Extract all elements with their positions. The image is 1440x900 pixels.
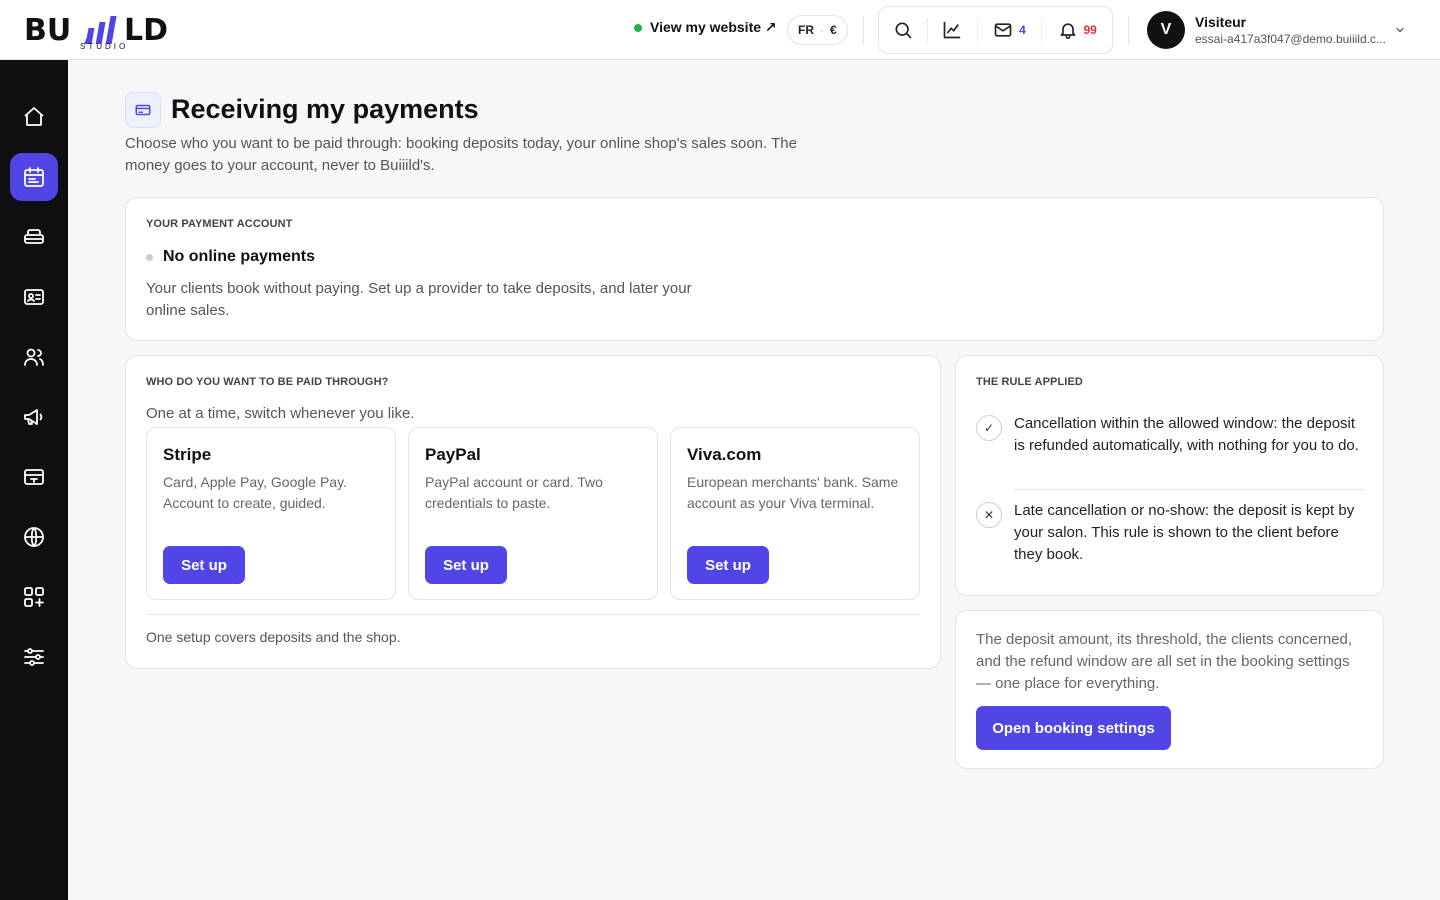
providers-footer: One setup covers deposits and the shop.: [146, 629, 401, 645]
sidebar-item-home[interactable]: [10, 93, 58, 141]
provider-description: European merchants' bank. Same account a…: [687, 474, 899, 511]
sidebar: [0, 60, 68, 900]
search-icon: [895, 22, 912, 39]
payment-account-card: YOUR PAYMENT ACCOUNT No online payments …: [125, 197, 1384, 341]
header-divider: [863, 16, 864, 44]
provider-description: Card, Apple Pay, Google Pay. Account to …: [163, 474, 347, 511]
svg-text:LD: LD: [124, 13, 168, 48]
view-website-label: View my website ↗: [650, 19, 777, 35]
providers-eyebrow: WHO DO YOU WANT TO BE PAID THROUGH?: [146, 376, 389, 388]
bell-icon: [1060, 23, 1075, 40]
credit-card-icon: [135, 104, 151, 116]
locale-separator: ·: [820, 23, 824, 37]
user-name: Visiteur: [1195, 14, 1247, 30]
status-dot: [146, 253, 153, 261]
setup-stripe-button[interactable]: Set up: [163, 546, 245, 584]
svg-text:BU: BU: [24, 13, 71, 48]
provider-card-viva: Viva.com European merchants' bank. Same …: [670, 427, 920, 600]
provider-name: PayPal: [425, 445, 481, 464]
id-card-icon: [24, 289, 44, 305]
user-menu[interactable]: V Visiteur essai-a417a3f047@demo.buiiild…: [1147, 11, 1386, 49]
messages-button[interactable]: 4: [978, 7, 1042, 53]
provider-card-stripe: Stripe Card, Apple Pay, Google Pay. Acco…: [146, 427, 396, 600]
provider-card-paypal: PayPal PayPal account or card. Two crede…: [408, 427, 658, 600]
header-toolbox: 4 99: [878, 6, 1113, 54]
apps-grid-icon: [24, 587, 44, 607]
sidebar-item-marketing[interactable]: [10, 393, 58, 441]
payment-terminal-icon: [24, 469, 44, 485]
rule-item-kept: ✕ Late cancellation or no-show: the depo…: [976, 500, 1366, 566]
notifications-count: 99: [1083, 23, 1097, 37]
analytics-button[interactable]: [928, 7, 977, 53]
payments-page-icon: [125, 92, 161, 128]
rule-text: Late cancellation or no-show: the deposi…: [1014, 502, 1355, 563]
sidebar-item-settings[interactable]: [10, 633, 58, 681]
online-status-dot: [634, 23, 642, 32]
services-icon: [24, 229, 44, 244]
sliders-icon: [24, 648, 44, 666]
payment-account-description: Your clients book without paying. Set up…: [146, 280, 692, 319]
search-button[interactable]: [879, 7, 927, 53]
booking-settings-description: The deposit amount, its threshold, the c…: [976, 631, 1353, 692]
view-website-link[interactable]: View my website ↗: [634, 19, 777, 36]
users-icon: [24, 348, 44, 366]
close-icon: ✕: [976, 502, 1002, 528]
avatar: V: [1147, 11, 1185, 49]
provider-name: Viva.com: [687, 445, 762, 464]
rule-text: Cancellation within the allowed window: …: [1014, 415, 1359, 454]
sidebar-item-team[interactable]: [10, 333, 58, 381]
provider-name: Stripe: [163, 445, 212, 464]
page-subtitle: Choose who you want to be paid through: …: [125, 135, 797, 174]
sidebar-item-calendar[interactable]: [10, 153, 58, 201]
messages-count: 4: [1019, 23, 1026, 37]
globe-icon: [24, 527, 44, 547]
header-divider: [1128, 16, 1129, 44]
providers-divider: [146, 614, 920, 615]
booking-settings-card: The deposit amount, its threshold, the c…: [955, 610, 1384, 769]
logo-subtitle: STUDIO: [80, 42, 129, 51]
currency-label: €: [830, 23, 837, 37]
providers-hint: One at a time, switch whenever you like.: [146, 405, 415, 422]
rule-eyebrow: THE RULE APPLIED: [976, 376, 1083, 388]
payment-status-label: No online payments: [163, 248, 316, 265]
sidebar-item-payments[interactable]: [10, 453, 58, 501]
providers-card: WHO DO YOU WANT TO BE PAID THROUGH? One …: [125, 355, 941, 669]
payment-account-eyebrow: YOUR PAYMENT ACCOUNT: [146, 218, 293, 230]
setup-viva-button[interactable]: Set up: [687, 546, 769, 584]
megaphone-icon: [24, 409, 43, 425]
home-icon: [24, 107, 44, 126]
sidebar-item-website[interactable]: [10, 513, 58, 561]
locale-currency-switcher[interactable]: FR · €: [787, 15, 848, 45]
rule-applied-card: THE RULE APPLIED ✓ Cancellation within t…: [955, 355, 1384, 596]
chevron-down-icon[interactable]: [1394, 24, 1406, 36]
logo[interactable]: BU LD STUDIO: [24, 8, 184, 52]
sidebar-item-contacts[interactable]: [10, 273, 58, 321]
page-title: Receiving my payments: [171, 94, 479, 124]
check-icon: ✓: [976, 415, 1002, 441]
sidebar-item-services[interactable]: [10, 213, 58, 261]
mail-icon: [994, 23, 1012, 37]
top-bar: BU LD STUDIO View my website ↗ FR · € 4: [0, 0, 1440, 60]
locale-label: FR: [798, 23, 814, 37]
rule-item-refund: ✓ Cancellation within the allowed window…: [976, 413, 1366, 457]
provider-description: PayPal account or card. Two credentials …: [425, 474, 603, 511]
open-booking-settings-button[interactable]: Open booking settings: [976, 706, 1171, 750]
notifications-button[interactable]: 99: [1042, 7, 1112, 53]
chart-icon: [943, 21, 961, 39]
user-email: essai-a417a3f047@demo.buiiild.c...: [1195, 32, 1386, 46]
rule-divider: [1014, 489, 1364, 490]
payment-status: No online payments: [146, 248, 315, 266]
sidebar-item-apps[interactable]: [10, 573, 58, 621]
setup-paypal-button[interactable]: Set up: [425, 546, 507, 584]
calendar-icon: [24, 167, 44, 187]
